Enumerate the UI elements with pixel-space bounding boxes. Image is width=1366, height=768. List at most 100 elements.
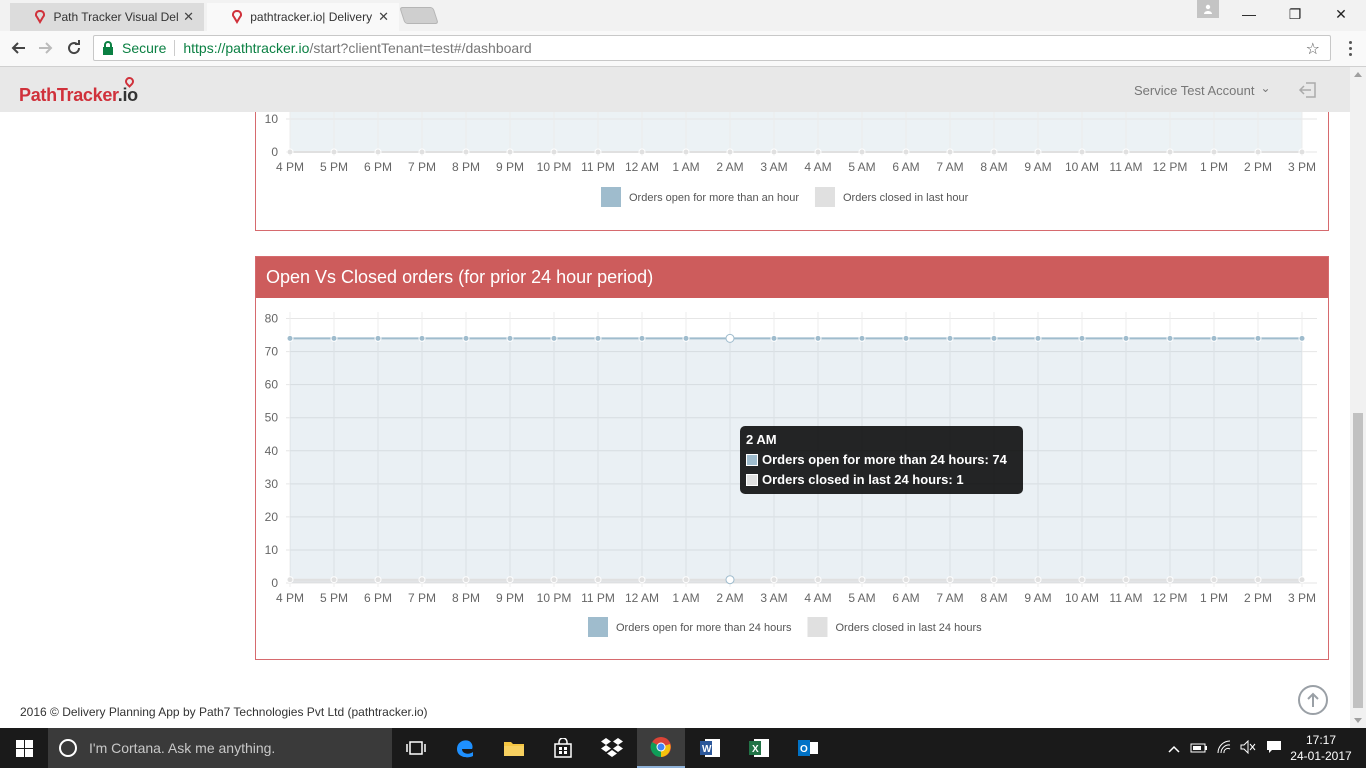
x-tick-label: 10 AM: [1065, 591, 1099, 605]
data-point: [1166, 148, 1174, 156]
legend-swatch: [814, 187, 835, 207]
data-point: [550, 576, 558, 584]
x-tick-label: 8 PM: [452, 160, 480, 174]
taskbar-clock[interactable]: 17:17 24-01-2017: [1290, 732, 1352, 764]
x-tick-label: 10 AM: [1065, 160, 1099, 174]
data-point: [726, 148, 734, 156]
cortana-search-box[interactable]: I'm Cortana. Ask me anything.: [48, 728, 392, 768]
close-tab-icon[interactable]: ✕: [378, 9, 389, 25]
reload-button[interactable]: [61, 35, 87, 61]
browser-menu-icon[interactable]: [1340, 36, 1360, 60]
data-point: [550, 334, 558, 342]
outlook-icon: O: [798, 740, 818, 756]
legend-swatch: [601, 187, 621, 207]
bookmark-star-icon[interactable]: ☆: [1306, 39, 1320, 59]
taskbar-chrome[interactable]: [637, 728, 685, 768]
tab-title: Path Tracker Visual Delive: [53, 10, 179, 24]
y-tick-label: 70: [265, 345, 279, 359]
data-point: [418, 334, 426, 342]
tab-title: pathtracker.io| Delivery P: [250, 10, 375, 24]
store-bag-icon: [554, 738, 572, 758]
taskbar-file-explorer[interactable]: [490, 728, 538, 768]
url-path: /start?clientTenant=test#/dashboard: [309, 40, 532, 56]
wifi-icon[interactable]: [1216, 740, 1232, 757]
data-point: [814, 576, 822, 584]
scrollbar-thumb[interactable]: [1353, 413, 1363, 708]
notifications-icon[interactable]: [1266, 740, 1282, 757]
x-tick-label: 12 AM: [625, 591, 659, 605]
forward-arrow-icon: [39, 42, 53, 54]
data-point: [902, 334, 910, 342]
x-tick-label: 3 PM: [1288, 160, 1316, 174]
data-point: [902, 148, 910, 156]
browser-tab-1[interactable]: Path Tracker Visual Delive ✕: [10, 3, 204, 31]
data-point: [1254, 148, 1262, 156]
data-point: [770, 148, 778, 156]
new-tab-button[interactable]: [399, 7, 439, 24]
logout-icon[interactable]: [1298, 80, 1320, 100]
minimize-button[interactable]: —: [1226, 0, 1272, 28]
profile-icon[interactable]: [1197, 0, 1219, 18]
x-tick-label: 1 AM: [672, 160, 699, 174]
data-point: [1210, 576, 1218, 584]
taskbar-excel[interactable]: X: [735, 728, 783, 768]
data-point: [462, 148, 470, 156]
account-dropdown[interactable]: Service Test Account ⌄: [1134, 81, 1271, 98]
x-tick-label: 12 PM: [1153, 160, 1188, 174]
data-point: [594, 576, 602, 584]
data-point: [858, 576, 866, 584]
divider: [174, 40, 176, 56]
data-point: [638, 576, 646, 584]
word-icon: W: [700, 739, 720, 757]
data-point: [946, 334, 954, 342]
scroll-to-top-button[interactable]: [1298, 685, 1328, 715]
task-view-button[interactable]: [392, 728, 440, 768]
start-button[interactable]: [0, 728, 48, 768]
taskbar-dropbox[interactable]: [588, 728, 636, 768]
x-tick-label: 4 PM: [276, 591, 304, 605]
close-tab-icon[interactable]: ✕: [183, 9, 194, 25]
page-scrollbar[interactable]: [1350, 67, 1366, 728]
folder-icon: [504, 742, 524, 756]
data-point: [1298, 334, 1306, 342]
taskbar-store[interactable]: [539, 728, 587, 768]
browser-tab-2[interactable]: pathtracker.io| Delivery P ✕: [207, 3, 399, 31]
taskbar-word[interactable]: W: [686, 728, 734, 768]
close-window-button[interactable]: ✕: [1318, 0, 1364, 28]
chart-tooltip: 2 AM Orders open for more than 24 hours:…: [740, 426, 1023, 494]
app-header: PathTracker.io Service Test Account ⌄: [0, 67, 1350, 112]
volume-muted-icon[interactable]: [1240, 739, 1256, 757]
data-point: [506, 334, 514, 342]
taskbar-outlook[interactable]: O: [784, 728, 832, 768]
battery-icon[interactable]: [1190, 741, 1208, 756]
orders-last-hour-chart: 0 10 4 PM 5 PM 6 PM 7 PM 8 PM 9 PM 10 PM 11 PM 12 …: [265, 112, 1317, 207]
legend-label: Orders open for more than 24 hours: [616, 622, 792, 634]
tooltip-row-text: Orders open for more than 24 hours: 74: [762, 452, 1007, 467]
dropbox-icon: [601, 738, 623, 757]
tooltip-title: 2 AM: [746, 432, 777, 447]
back-button[interactable]: [5, 35, 31, 61]
restore-button[interactable]: ❐: [1272, 0, 1318, 28]
data-point: [638, 148, 646, 156]
pathtracker-logo[interactable]: PathTracker.io: [19, 75, 138, 106]
taskbar-edge[interactable]: [441, 728, 489, 768]
panel-title: Open Vs Closed orders (for prior 24 hour…: [256, 257, 1328, 298]
legend-label: Orders open for more than an hour: [629, 192, 799, 204]
chevron-up-icon[interactable]: [1166, 741, 1182, 756]
x-tick-label: 5 PM: [320, 160, 348, 174]
forward-button[interactable]: [33, 35, 59, 61]
scroll-down-icon[interactable]: [1354, 718, 1362, 723]
edge-icon: [457, 740, 473, 758]
data-point: [1166, 576, 1174, 584]
data-point: [462, 576, 470, 584]
address-bar[interactable]: Secure https://pathtracker.io/start?clie…: [93, 35, 1331, 61]
reload-icon: [68, 40, 81, 55]
x-tick-label: 7 PM: [408, 591, 436, 605]
x-tick-label: 1 AM: [672, 591, 699, 605]
y-tick-label: 50: [265, 411, 279, 425]
x-tick-label: 11 AM: [1109, 591, 1142, 605]
scroll-up-icon[interactable]: [1354, 72, 1362, 77]
y-tick-label: 60: [265, 378, 279, 392]
data-point: [1122, 148, 1130, 156]
data-point: [902, 576, 910, 584]
